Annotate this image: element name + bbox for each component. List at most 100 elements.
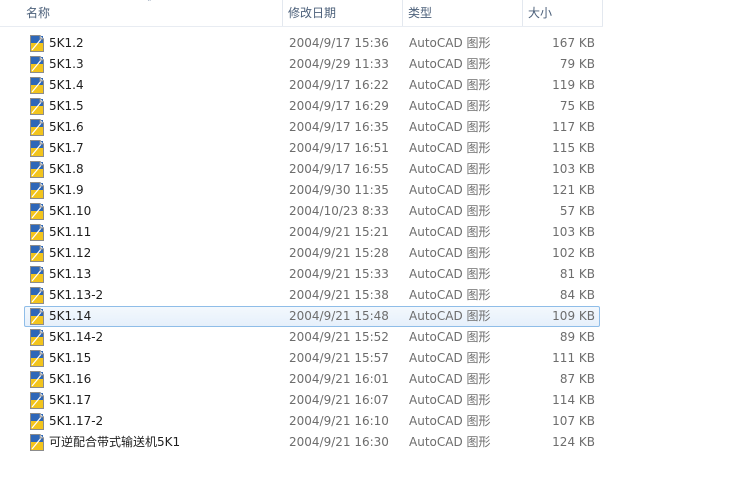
file-modified-date: 2004/9/29 11:33 (289, 57, 389, 71)
file-row[interactable]: 5K1.17-2 2004/9/21 16:10 AutoCAD 图形 107 KB (0, 411, 729, 432)
autocad-dwg-file-icon (30, 140, 44, 157)
file-name: 5K1.17 (49, 393, 92, 407)
file-modified-date: 2004/9/17 16:51 (289, 141, 389, 155)
file-modified-date: 2004/9/17 16:29 (289, 99, 389, 113)
file-type: AutoCAD 图形 (409, 372, 491, 386)
file-list-pane: 名称 ˄ 修改日期 类型 大小 5K1.2 2004/9/17 15:36 Auto… (0, 0, 729, 494)
file-modified-date: 2004/9/17 16:22 (289, 78, 389, 92)
file-name: 5K1.13 (49, 267, 92, 281)
file-row[interactable]: 5K1.3 2004/9/29 11:33 AutoCAD 图形 79 KB (0, 54, 729, 75)
file-type: AutoCAD 图形 (409, 393, 491, 407)
file-name: 5K1.2 (49, 36, 84, 50)
file-row[interactable]: 5K1.14-2 2004/9/21 15:52 AutoCAD 图形 89 KB (0, 327, 729, 348)
file-modified-date: 2004/9/21 16:30 (289, 435, 389, 449)
file-row[interactable]: 5K1.13 2004/9/21 15:33 AutoCAD 图形 81 KB (0, 264, 729, 285)
file-type: AutoCAD 图形 (409, 162, 491, 176)
file-modified-date: 2004/9/21 15:48 (289, 309, 389, 323)
file-row[interactable]: 5K1.7 2004/9/17 16:51 AutoCAD 图形 115 KB (0, 138, 729, 159)
column-header-date[interactable]: 修改日期 (283, 0, 403, 26)
file-row[interactable]: 可逆配合带式输送机5K1 2004/9/21 16:30 AutoCAD 图形 124… (0, 432, 729, 453)
file-type: AutoCAD 图形 (409, 78, 491, 92)
file-row[interactable]: 5K1.15 2004/9/21 15:57 AutoCAD 图形 111 KB (0, 348, 729, 369)
file-size: 84 KB (559, 288, 595, 302)
file-size: 124 KB (552, 435, 595, 449)
column-header-bar: 名称 ˄ 修改日期 类型 大小 (0, 0, 603, 27)
file-type: AutoCAD 图形 (409, 36, 491, 50)
file-type: AutoCAD 图形 (409, 120, 491, 134)
file-row[interactable]: 5K1.13-2 2004/9/21 15:38 AutoCAD 图形 84 KB (0, 285, 729, 306)
file-name: 5K1.4 (49, 78, 84, 92)
column-header-type[interactable]: 类型 (403, 0, 523, 26)
autocad-dwg-file-icon (30, 98, 44, 115)
autocad-dwg-file-icon (30, 56, 44, 73)
file-modified-date: 2004/9/21 15:33 (289, 267, 389, 281)
file-size: 167 KB (552, 36, 595, 50)
file-size: 103 KB (552, 162, 595, 176)
autocad-dwg-file-icon (30, 392, 44, 409)
file-type: AutoCAD 图形 (409, 204, 491, 218)
file-size: 87 KB (559, 372, 595, 386)
file-size: 103 KB (552, 225, 595, 239)
autocad-dwg-file-icon (30, 350, 44, 367)
autocad-dwg-file-icon (30, 161, 44, 178)
file-row[interactable]: 5K1.11 2004/9/21 15:21 AutoCAD 图形 103 KB (0, 222, 729, 243)
file-type: AutoCAD 图形 (409, 330, 491, 344)
file-type: AutoCAD 图形 (409, 435, 491, 449)
autocad-dwg-file-icon (30, 266, 44, 283)
file-row[interactable]: 5K1.8 2004/9/17 16:55 AutoCAD 图形 103 KB (0, 159, 729, 180)
file-name: 5K1.6 (49, 120, 84, 134)
file-modified-date: 2004/9/30 11:35 (289, 183, 389, 197)
file-row[interactable]: 5K1.2 2004/9/17 15:36 AutoCAD 图形 167 KB (0, 33, 729, 54)
autocad-dwg-file-icon (30, 224, 44, 241)
file-modified-date: 2004/9/21 16:10 (289, 414, 389, 428)
file-size: 79 KB (559, 57, 595, 71)
file-size: 57 KB (559, 204, 595, 218)
file-row[interactable]: 5K1.6 2004/9/17 16:35 AutoCAD 图形 117 KB (0, 117, 729, 138)
file-row[interactable]: 5K1.17 2004/9/21 16:07 AutoCAD 图形 114 KB (0, 390, 729, 411)
autocad-dwg-file-icon (30, 329, 44, 346)
file-rows: 5K1.2 2004/9/17 15:36 AutoCAD 图形 167 KB 5K1.… (0, 33, 729, 453)
file-row[interactable]: 5K1.4 2004/9/17 16:22 AutoCAD 图形 119 KB (0, 75, 729, 96)
file-type: AutoCAD 图形 (409, 183, 491, 197)
file-row[interactable]: 5K1.9 2004/9/30 11:35 AutoCAD 图形 121 KB (0, 180, 729, 201)
autocad-dwg-file-icon (30, 371, 44, 388)
file-name: 5K1.14 (49, 309, 92, 323)
file-name: 5K1.15 (49, 351, 92, 365)
file-size: 119 KB (552, 78, 595, 92)
file-size: 81 KB (559, 267, 595, 281)
file-type: AutoCAD 图形 (409, 141, 491, 155)
column-header-type-label: 类型 (408, 6, 433, 20)
file-name: 5K1.7 (49, 141, 84, 155)
file-modified-date: 2004/9/17 15:36 (289, 36, 389, 50)
autocad-dwg-file-icon (30, 287, 44, 304)
file-type: AutoCAD 图形 (409, 351, 491, 365)
autocad-dwg-file-icon (30, 203, 44, 220)
column-header-size-label: 大小 (528, 6, 553, 20)
file-modified-date: 2004/9/17 16:55 (289, 162, 389, 176)
file-size: 117 KB (552, 120, 595, 134)
file-type: AutoCAD 图形 (409, 414, 491, 428)
file-size: 89 KB (559, 330, 595, 344)
file-size: 115 KB (552, 141, 595, 155)
file-name: 5K1.12 (49, 246, 92, 260)
file-size: 109 KB (552, 309, 595, 323)
file-size: 75 KB (559, 99, 595, 113)
file-type: AutoCAD 图形 (409, 309, 491, 323)
column-header-name[interactable]: 名称 ˄ (0, 0, 283, 26)
file-modified-date: 2004/9/21 16:01 (289, 372, 389, 386)
file-row[interactable]: 5K1.12 2004/9/21 15:28 AutoCAD 图形 102 KB (0, 243, 729, 264)
file-modified-date: 2004/9/21 15:28 (289, 246, 389, 260)
file-name: 5K1.3 (49, 57, 84, 71)
file-modified-date: 2004/9/21 15:57 (289, 351, 389, 365)
column-header-size[interactable]: 大小 (523, 0, 603, 26)
file-row[interactable]: 5K1.10 2004/10/23 8:33 AutoCAD 图形 57 KB (0, 201, 729, 222)
file-row[interactable]: 5K1.14 2004/9/21 15:48 AutoCAD 图形 109 KB (0, 306, 729, 327)
autocad-dwg-file-icon (30, 413, 44, 430)
sort-ascending-icon: ˄ (147, 0, 152, 9)
file-row[interactable]: 5K1.16 2004/9/21 16:01 AutoCAD 图形 87 KB (0, 369, 729, 390)
file-size: 107 KB (552, 414, 595, 428)
file-type: AutoCAD 图形 (409, 225, 491, 239)
file-row[interactable]: 5K1.5 2004/9/17 16:29 AutoCAD 图形 75 KB (0, 96, 729, 117)
file-name: 可逆配合带式输送机5K1 (49, 435, 181, 449)
file-size: 114 KB (552, 393, 595, 407)
